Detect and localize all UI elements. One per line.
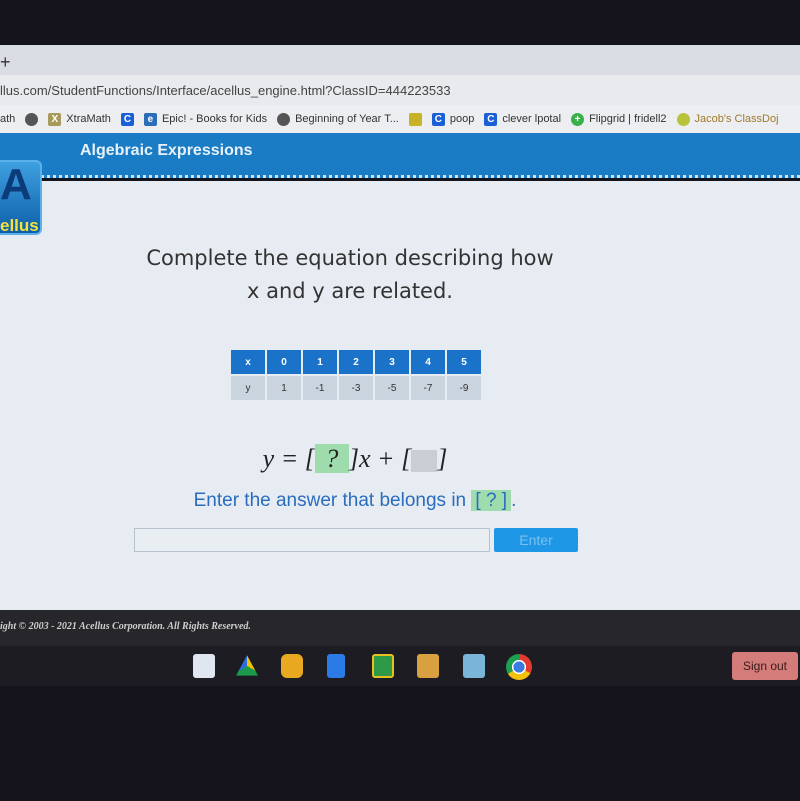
question-line-2: x and y are related.: [247, 279, 453, 303]
bookmark-classroom[interactable]: [408, 112, 422, 126]
bookmark-epic[interactable]: e Epic! - Books for Kids: [143, 112, 268, 126]
question-line-1: Complete the equation describing how: [146, 246, 554, 270]
x-cell: 0: [267, 350, 301, 374]
prompt-text: Enter the answer that belongs in: [193, 490, 472, 511]
xy-table: x 0 1 2 3 4 5 y 1 -1 -3 -5 -7 -9: [229, 348, 483, 402]
classdojo-icon: [676, 112, 690, 126]
x-cell: 3: [375, 350, 409, 374]
tab-strip: [0, 45, 800, 75]
bookmark-label: clever lpotal: [502, 113, 562, 125]
url-text[interactable]: llus.com/StudentFunctions/Interface/acel…: [0, 83, 451, 98]
x-header: x: [231, 350, 265, 374]
answer-prompt: Enter the answer that belongs in [ ? ].: [0, 490, 710, 512]
google-classroom-icon[interactable]: [372, 654, 394, 678]
x-cell: 4: [411, 350, 445, 374]
bookmark-clever[interactable]: C: [120, 112, 134, 126]
acellus-logo-mark: A: [0, 160, 32, 209]
bookmark-xtramath[interactable]: X XtraMath: [48, 112, 111, 126]
bookmark-flipgrid[interactable]: + Flipgrid | fridell2: [571, 112, 667, 126]
y-cell: -9: [447, 376, 481, 400]
bookmark-label: XtraMath: [66, 113, 111, 125]
prompt-end: .: [511, 490, 517, 511]
x-cell: 5: [447, 350, 481, 374]
flipgrid-icon: +: [571, 112, 585, 126]
acellus-logo-text: ellus: [0, 216, 39, 235]
intercept-blank: [411, 450, 438, 473]
google-docs-icon[interactable]: [327, 654, 345, 678]
y-cell: -5: [375, 376, 409, 400]
copyright: ight © 2003 - 2021 Acellus Corporation. …: [0, 621, 251, 632]
x-cell: 1: [303, 350, 337, 374]
acellus-app-icon[interactable]: [193, 654, 215, 678]
classroom-icon: [408, 112, 422, 126]
os-shelf: [0, 646, 800, 686]
bookmark-clever-portal[interactable]: Cclever lpotal: [484, 112, 562, 126]
globe-icon: [277, 112, 291, 126]
equation-mid: ]x + [: [348, 444, 412, 473]
lesson-title: Algebraic Expressions: [80, 142, 253, 159]
clever-icon: C: [120, 112, 134, 126]
y-row: y 1 -1 -3 -5 -7 -9: [231, 376, 481, 400]
sign-out-button[interactable]: Sign out: [732, 652, 798, 680]
y-header: y: [231, 376, 265, 400]
slope-blank: ?: [314, 444, 349, 473]
bookmark-label: ath: [0, 113, 16, 125]
y-cell: -7: [411, 376, 445, 400]
epic-icon: e: [143, 112, 157, 126]
play-app-icon[interactable]: [281, 654, 303, 678]
bookmark-label: Jacob's ClassDoj: [694, 113, 779, 125]
equation-lhs: y = [: [262, 444, 315, 473]
bookmark-label: poop: [449, 113, 475, 125]
answer-input[interactable]: [134, 528, 490, 552]
clever-icon: C: [431, 112, 445, 126]
bookmark-label: Beginning of Year T...: [295, 113, 399, 125]
new-tab-button[interactable]: +: [0, 52, 11, 73]
penguin-app-icon[interactable]: [463, 654, 485, 678]
chrome-icon[interactable]: [506, 654, 532, 680]
enter-button[interactable]: Enter: [494, 528, 578, 552]
prompt-highlight: [ ? ]: [471, 490, 512, 511]
equation: y = [ ? ]x + []: [0, 444, 710, 474]
y-cell: 1: [267, 376, 301, 400]
equation-end: ]: [437, 444, 448, 473]
xtramath-icon: X: [48, 112, 62, 126]
y-cell: -1: [303, 376, 337, 400]
globe-icon: [25, 112, 39, 126]
x-cell: 2: [339, 350, 373, 374]
question-text: Complete the equation describing how x a…: [100, 242, 600, 308]
x-row: x 0 1 2 3 4 5: [231, 350, 481, 374]
bookmark-beginning-of-year[interactable]: Beginning of Year T...: [277, 112, 399, 126]
bookmark-math[interactable]: ath: [0, 113, 15, 125]
y-cell: -3: [339, 376, 373, 400]
clever-icon: C: [484, 112, 498, 126]
bookmark-classdojo[interactable]: Jacob's ClassDoj: [676, 112, 779, 126]
bookmark-label: Flipgrid | fridell2: [589, 113, 667, 125]
bookmarks-bar: ath X XtraMath C e Epic! - Books for Kids …: [0, 105, 800, 133]
bookmark-globe[interactable]: [25, 112, 39, 126]
bookmark-poop[interactable]: Cpoop: [431, 112, 475, 126]
app-icon[interactable]: [417, 654, 439, 678]
bookmark-label: Epic! - Books for Kids: [161, 113, 268, 125]
